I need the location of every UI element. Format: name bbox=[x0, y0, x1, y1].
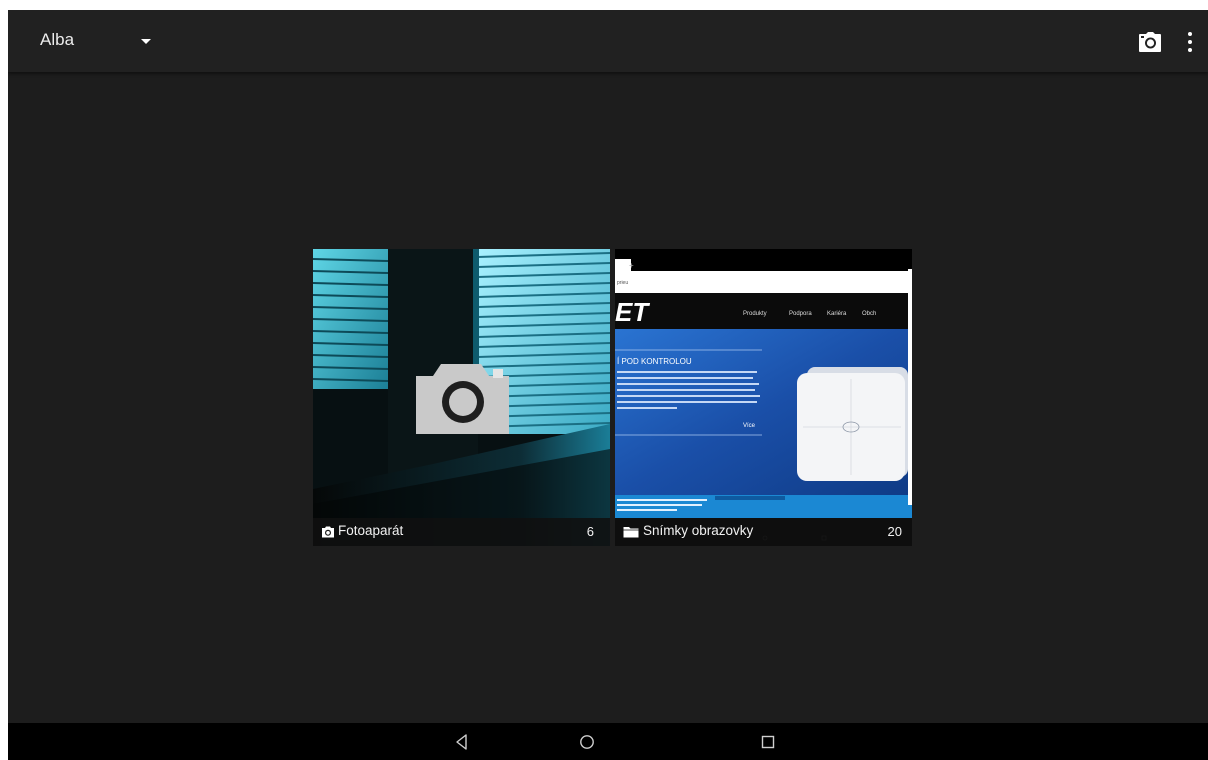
back-triangle-icon[interactable] bbox=[452, 732, 472, 752]
more-vert-icon[interactable] bbox=[1186, 30, 1194, 54]
home-circle-icon[interactable] bbox=[577, 732, 597, 752]
album-count: 20 bbox=[887, 524, 902, 539]
camera-icon[interactable] bbox=[1138, 31, 1162, 53]
album-name: Fotoaparát bbox=[338, 523, 404, 538]
svg-text:prieu: prieu bbox=[617, 280, 628, 286]
gallery-screen: Alba Fotoaparát 6 + prieu ET Produkty Po… bbox=[8, 10, 1208, 760]
svg-text:+: + bbox=[629, 261, 634, 270]
svg-text:Obch: Obch bbox=[862, 311, 876, 317]
album-name: Snímky obrazovky bbox=[643, 523, 754, 538]
folder-icon bbox=[623, 527, 639, 538]
album-label-bar: Fotoaparát 6 bbox=[313, 518, 610, 546]
svg-text:Produkty: Produkty bbox=[743, 311, 767, 317]
album-label-bar: Snímky obrazovky 20 bbox=[615, 518, 912, 546]
album-count: 6 bbox=[586, 524, 594, 539]
svg-text:ET: ET bbox=[615, 297, 650, 327]
svg-text:Podpora: Podpora bbox=[789, 311, 812, 317]
svg-text:Í POD KONTROLOU: Í POD KONTROLOU bbox=[617, 357, 692, 366]
album-tile-camera[interactable]: Fotoaparát 6 bbox=[313, 249, 610, 546]
album-thumbnail-camera bbox=[313, 249, 610, 546]
recents-square-icon[interactable] bbox=[758, 732, 778, 752]
album-view-title[interactable]: Alba bbox=[40, 30, 74, 50]
svg-text:Více: Více bbox=[743, 423, 756, 429]
svg-text:Kariéra: Kariéra bbox=[827, 311, 847, 317]
camera-icon bbox=[322, 526, 334, 538]
album-thumbnail-screenshots: + prieu ET Produkty Podpora Kariéra Obch… bbox=[615, 249, 912, 546]
action-bar: Alba bbox=[8, 10, 1208, 72]
album-tile-screenshots[interactable]: + prieu ET Produkty Podpora Kariéra Obch… bbox=[615, 249, 912, 546]
caret-down-icon[interactable] bbox=[141, 39, 151, 44]
navigation-bar bbox=[8, 723, 1208, 760]
